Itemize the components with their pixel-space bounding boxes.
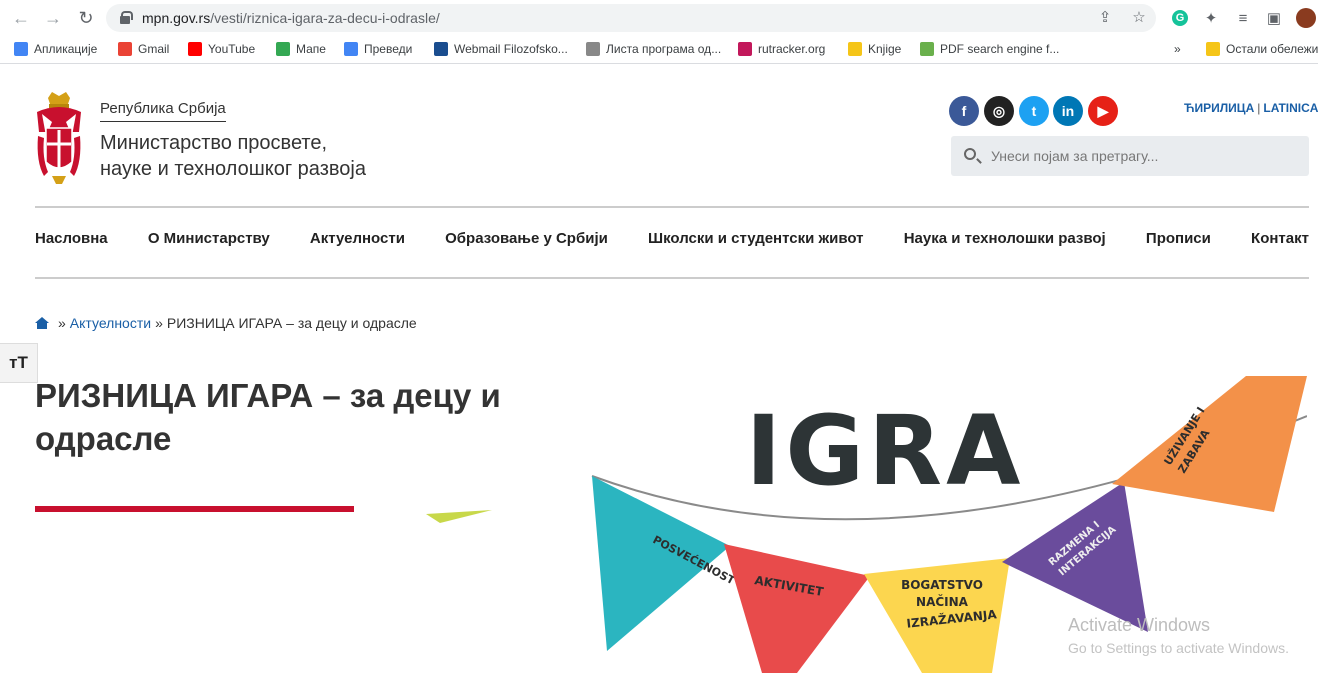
lock-icon (120, 11, 133, 24)
bookmark-favicon-icon (344, 42, 358, 56)
nav-bottom-divider (35, 277, 1309, 279)
bookmark-favicon-icon (188, 42, 202, 56)
bookmark-favicon-icon (276, 42, 290, 56)
twitter-icon[interactable]: t (1019, 96, 1049, 126)
instagram-icon[interactable]: ◎ (984, 96, 1014, 126)
lang-latin-link[interactable]: LATINICA (1263, 101, 1318, 115)
nav-item-science-technology[interactable]: Наука и технолошки развој (904, 230, 1106, 247)
bookmark-favicon-icon (586, 42, 600, 56)
windows-activation-note: Go to Settings to activate Windows. (1068, 640, 1289, 656)
breadcrumb: » Актуелности » РИЗНИЦА ИГАРА – за децу … (35, 315, 417, 331)
bookmark-item[interactable]: Листа програма од... (586, 42, 721, 56)
other-bookmarks-folder[interactable]: Остали обележи (1206, 42, 1318, 56)
svg-text:NAČINA: NAČINA (916, 594, 969, 609)
bookmark-item[interactable]: YouTube (188, 42, 255, 56)
back-arrow-icon[interactable]: ← (10, 7, 32, 29)
bookmark-item[interactable]: Мапе (276, 42, 326, 56)
breadcrumb-news-link[interactable]: Актуелности (70, 315, 151, 331)
extensions-puzzle-icon[interactable]: ✦ (1201, 8, 1221, 28)
language-switcher: ЋИРИЛИЦА | LATINICA (1184, 101, 1318, 115)
title-underline (35, 506, 354, 512)
bookmark-item[interactable]: Knjige (848, 42, 901, 56)
hero-igra-word: IGRA (746, 395, 1025, 507)
republic-name: Република Србија (100, 100, 226, 122)
linkedin-icon[interactable]: in (1053, 96, 1083, 126)
font-size-toggle-button[interactable]: тT (0, 343, 38, 383)
bookmark-favicon-icon (434, 42, 448, 56)
search-icon[interactable] (964, 148, 976, 160)
nav-item-education-serbia[interactable]: Образовање у Србији (445, 230, 608, 247)
address-bar[interactable]: mpn.gov.rs/vesti/riznica-igara-za-decu-i… (106, 4, 1156, 32)
site-search (951, 136, 1309, 176)
grammarly-icon[interactable]: G (1170, 8, 1190, 28)
bookmark-item[interactable]: Апликације (14, 42, 97, 56)
url-text: mpn.gov.rs/vesti/riznica-igara-za-decu-i… (142, 10, 440, 26)
windows-activation-title: Activate Windows (1068, 615, 1211, 635)
bookmark-item[interactable]: Gmail (118, 42, 169, 56)
nav-item-school-student-life[interactable]: Школски и студентски живот (648, 230, 864, 247)
home-icon[interactable] (35, 317, 49, 329)
nav-item-home[interactable]: Насловна (35, 230, 108, 247)
bookmark-favicon-icon (118, 42, 132, 56)
youtube-icon[interactable]: ▶ (1088, 96, 1118, 126)
bookmark-item[interactable]: Преведи (344, 42, 412, 56)
nav-item-about-ministry[interactable]: О Министарству (148, 230, 270, 247)
bookmark-favicon-icon (14, 42, 28, 56)
search-input[interactable] (991, 144, 1291, 168)
bookmarks-bar: » Остали обележи Апликације Gmail YouTube М… (0, 36, 1318, 64)
bookmark-item[interactable]: PDF search engine f... (920, 42, 1059, 56)
bookmark-favicon-icon (848, 42, 862, 56)
nav-item-regulations[interactable]: Прописи (1146, 230, 1211, 247)
nav-item-contact[interactable]: Контакт (1251, 230, 1309, 247)
bookmark-star-icon[interactable]: ☆ (1130, 9, 1148, 27)
bookmarks-more-button[interactable]: » (1174, 42, 1181, 56)
bookmark-item[interactable]: Webmail Filozofsko... (434, 42, 568, 56)
serbia-coat-of-arms-logo (37, 92, 81, 184)
side-panel-icon[interactable]: ▣ (1264, 8, 1284, 28)
facebook-icon[interactable]: f (949, 96, 979, 126)
folder-icon (1206, 42, 1220, 56)
bookmark-favicon-icon (920, 42, 934, 56)
lang-cyrillic-link[interactable]: ЋИРИЛИЦА (1184, 101, 1254, 115)
ministry-name[interactable]: Министарство просвете, науке и технолошк… (100, 130, 366, 182)
forward-arrow-icon[interactable]: → (42, 7, 64, 29)
nav-top-divider (35, 206, 1309, 208)
nav-item-news[interactable]: Актуелности (310, 230, 405, 247)
reload-icon[interactable]: ↻ (75, 7, 97, 29)
bookmark-favicon-icon (738, 42, 752, 56)
main-navigation: Насловна О Министарству Актуелности Обра… (35, 230, 1309, 247)
media-control-icon[interactable]: ≡ (1233, 8, 1253, 28)
bookmark-item[interactable]: rutracker.org (738, 42, 825, 56)
browser-toolbar: ← → ↻ mpn.gov.rs/vesti/riznica-igara-za-… (0, 0, 1318, 36)
profile-avatar[interactable] (1296, 8, 1316, 28)
breadcrumb-current: РИЗНИЦА ИГАРА – за децу и одрасле (166, 315, 417, 331)
svg-text:BOGATSTVO: BOGATSTVO (901, 578, 983, 592)
share-icon[interactable]: ⇪ (1096, 9, 1114, 27)
